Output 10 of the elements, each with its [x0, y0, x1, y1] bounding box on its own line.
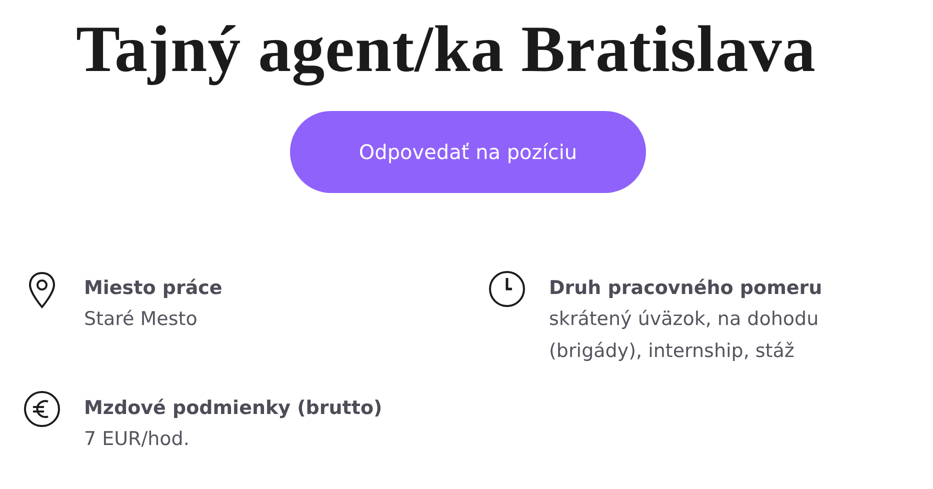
detail-value: skrátený úväzok, na dohodu (brigády), internship, stáž	[549, 307, 820, 364]
euro-coin-icon	[22, 389, 62, 430]
apply-button[interactable]: Odpovedať na pozíciu	[290, 111, 646, 194]
detail-value: 7 EUR/hod.	[84, 427, 190, 452]
detail-label: Miesto práce	[84, 276, 222, 302]
detail-value: Staré Mesto	[84, 307, 198, 332]
detail-label: Druh pracovného pomeru	[549, 276, 824, 302]
clock-icon	[487, 269, 527, 310]
page-title: Tajný agent/ka Bratislava	[76, 12, 817, 88]
detail-label: Mzdové podmienky (brutto)	[84, 396, 382, 422]
